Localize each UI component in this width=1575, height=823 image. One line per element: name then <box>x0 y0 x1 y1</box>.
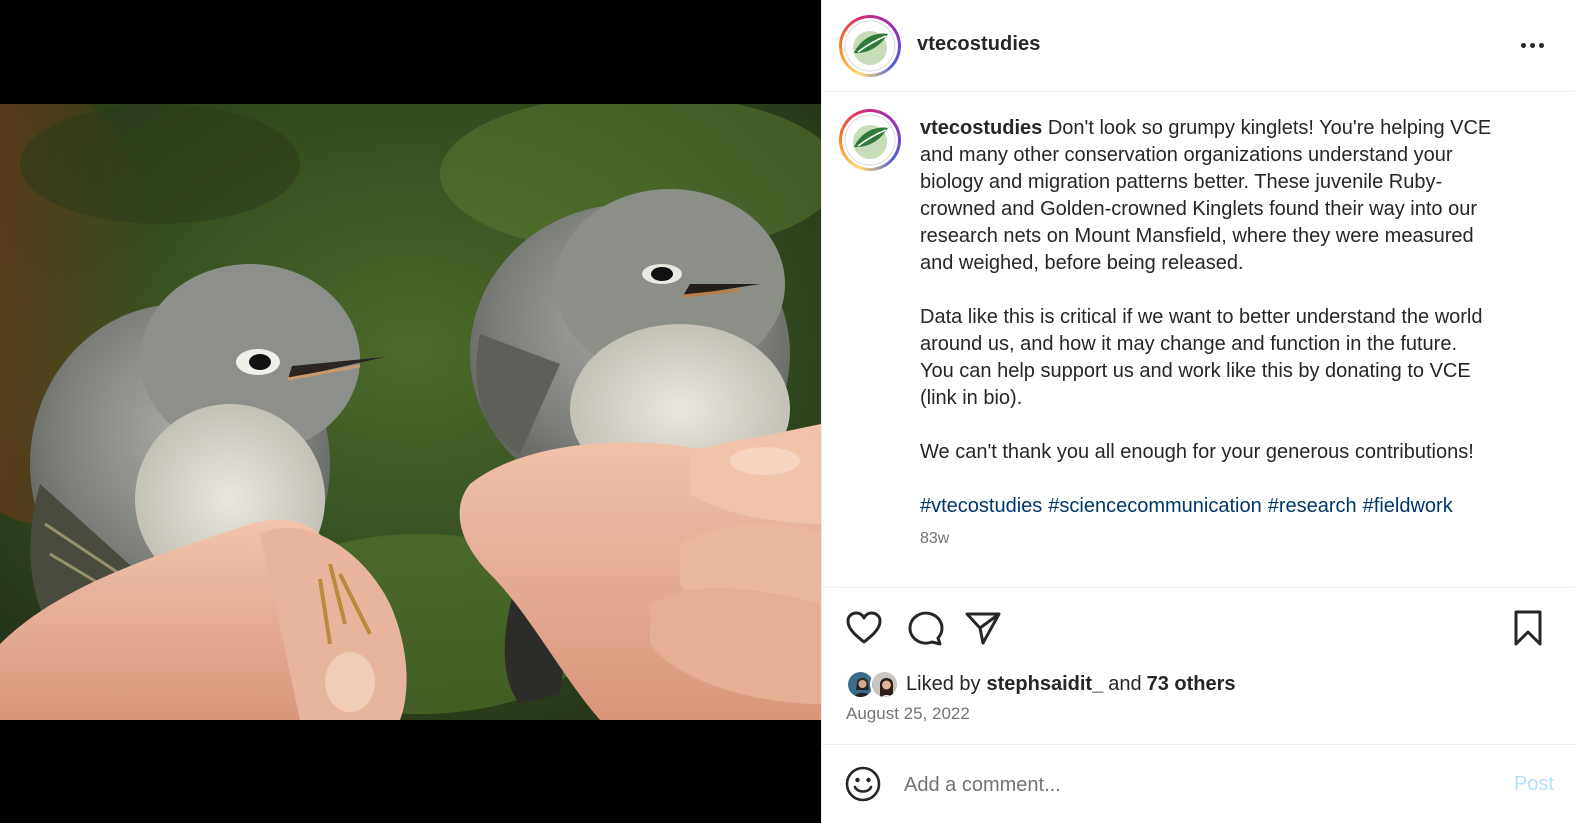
comment-input[interactable] <box>904 769 1464 801</box>
caption-text: Don't look so grumpy kinglets! You're he… <box>920 117 1492 463</box>
profile-avatar[interactable] <box>839 15 901 77</box>
liker-avatars[interactable] <box>846 668 902 700</box>
post-photo <box>0 104 821 720</box>
comment-bubble-icon[interactable] <box>904 608 944 648</box>
vce-logo-icon <box>844 114 896 166</box>
comment-bar: Post <box>822 744 1575 823</box>
bookmark-icon[interactable] <box>1508 608 1548 648</box>
vce-logo-icon <box>844 20 896 72</box>
likes-joiner: and <box>1108 672 1142 695</box>
hashtag-link[interactable]: #vtecostudies <box>920 495 1042 517</box>
caption-avatar[interactable] <box>839 109 901 171</box>
post-comment-button[interactable]: Post <box>1514 773 1554 796</box>
likes-others-link[interactable]: 73 others <box>1147 673 1236 696</box>
hashtag-link[interactable]: #research <box>1268 495 1357 517</box>
hashtag-link[interactable]: #fieldwork <box>1363 495 1453 517</box>
post-actions: Liked by stephsaidit_ and 73 others Augu… <box>822 587 1575 744</box>
hashtag-link[interactable]: #sciencecommunication <box>1048 495 1261 517</box>
likes-summary: Liked by stephsaidit_ and 73 others <box>846 668 1236 700</box>
likes-prefix: Liked by <box>906 672 981 695</box>
post-date[interactable]: August 25, 2022 <box>846 704 970 724</box>
heart-icon[interactable] <box>844 608 884 648</box>
paper-plane-icon[interactable] <box>963 608 1003 648</box>
smiley-icon[interactable] <box>844 765 882 803</box>
caption-username[interactable]: vtecostudies <box>920 117 1042 139</box>
post-author-username[interactable]: vtecostudies <box>917 33 1040 56</box>
avatar <box>870 670 899 699</box>
liker-username[interactable]: stephsaidit_ <box>987 673 1104 696</box>
more-options-icon[interactable] <box>1514 30 1550 60</box>
hashtag-list: #vtecostudies #sciencecommunication #resea… <box>920 493 1459 520</box>
caption-age[interactable]: 83w <box>920 530 949 548</box>
post-caption: vtecostudies Don't look so grumpy kingle… <box>920 115 1530 466</box>
post-media[interactable] <box>0 0 821 823</box>
post-header: vtecostudies <box>822 0 1575 92</box>
post-side-panel: vtecostudies vtecostudies Don't look so … <box>821 0 1575 823</box>
caption-section: vtecostudies Don't look so grumpy kingle… <box>822 93 1575 587</box>
